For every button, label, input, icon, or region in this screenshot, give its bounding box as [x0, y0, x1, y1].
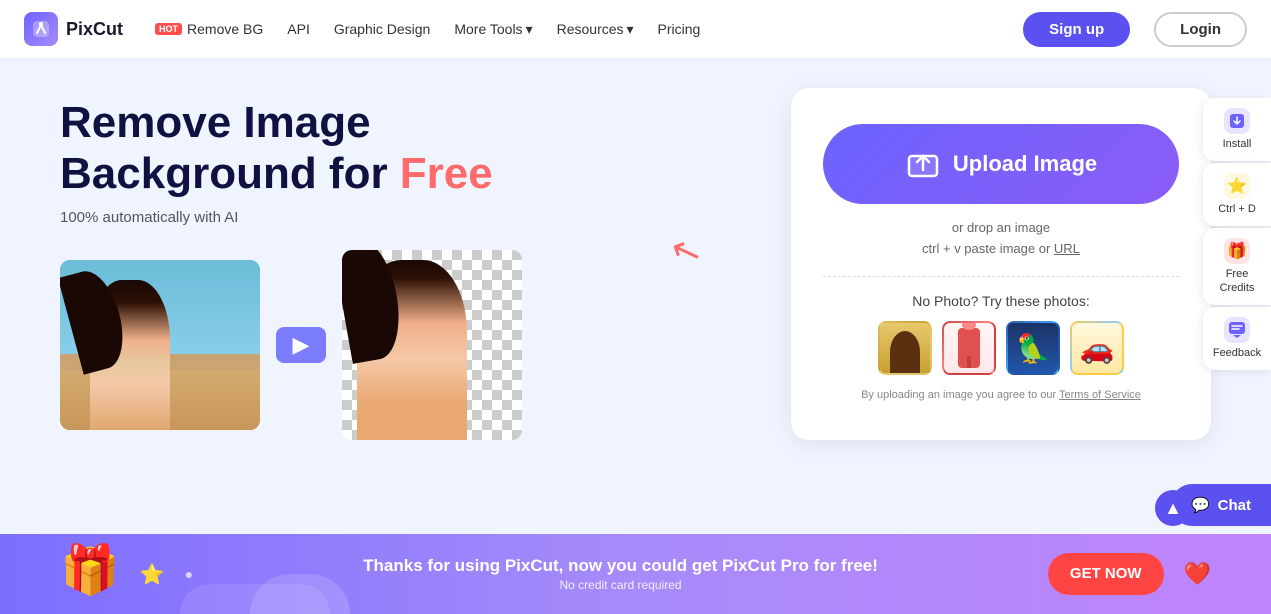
hero-free-text: Free	[400, 149, 493, 198]
demo-before-image	[60, 260, 260, 430]
install-label: Install	[1223, 138, 1252, 151]
signup-button[interactable]: Sign up	[1023, 12, 1130, 47]
get-now-button[interactable]: GET NOW	[1048, 553, 1164, 595]
nav-remove-bg[interactable]: HOT Remove BG	[155, 21, 263, 37]
upload-card: Upload Image or drop an image ctrl + v p…	[791, 88, 1211, 440]
terms-prefix: By uploading an image you agree to our	[861, 389, 1059, 401]
or-drop-text: or drop an image	[823, 220, 1179, 235]
nav-api-label: API	[287, 21, 310, 37]
hero-title-line2: Background for	[60, 149, 400, 198]
chevron-down-icon: ▾	[627, 21, 634, 38]
feedback-button[interactable]: Feedback	[1203, 307, 1271, 370]
dot-decoration: ●	[185, 566, 193, 582]
ctrl-v-label: ctrl + v paste image or	[922, 241, 1050, 256]
nav-graphic-design[interactable]: Graphic Design	[334, 21, 431, 37]
try-photos-label: No Photo? Try these photos:	[823, 293, 1179, 309]
terms-text: By uploading an image you agree to our T…	[823, 389, 1179, 401]
sample-photo-4[interactable]: 🚗	[1070, 321, 1124, 375]
arrow-right-area: ▶	[276, 327, 326, 363]
install-icon	[1224, 108, 1250, 134]
logo-icon	[24, 12, 58, 46]
gift-icon: 🎁	[1224, 238, 1250, 264]
divider	[823, 276, 1179, 277]
logo[interactable]: PixCut	[24, 12, 123, 46]
chat-icon: 💬	[1191, 496, 1210, 514]
navbar: PixCut HOT Remove BG API Graphic Design …	[0, 0, 1271, 58]
sample-photo-2[interactable]	[942, 321, 996, 375]
banner-main-text: Thanks for using PixCut, now you could g…	[213, 556, 1028, 576]
feedback-icon	[1224, 317, 1250, 343]
sample-photos-row: 🦜 🚗	[823, 321, 1179, 375]
arrow-right-icon: ▶	[276, 327, 326, 363]
demo-after-image	[342, 250, 522, 440]
free-credits-button[interactable]: 🎁 Free Credits	[1203, 228, 1271, 304]
terms-of-service-link[interactable]: Terms of Service	[1059, 389, 1141, 401]
bottom-banner: 🎁 ⭐ ● Thanks for using PixCut, now you c…	[0, 534, 1271, 614]
heart-decoration: ❤️	[1184, 561, 1211, 587]
chevron-down-icon: ▾	[526, 21, 533, 38]
star-decoration: ⭐	[140, 562, 165, 587]
chat-label: Chat	[1218, 497, 1251, 514]
free-credits-label: Free Credits	[1211, 268, 1263, 294]
nav-graphic-design-label: Graphic Design	[334, 21, 431, 37]
ctrl-d-label: Ctrl + D	[1218, 203, 1256, 216]
install-button[interactable]: Install	[1203, 98, 1271, 161]
hot-badge: HOT	[155, 23, 182, 35]
nav-remove-bg-label: Remove BG	[187, 21, 263, 37]
logo-text: PixCut	[66, 19, 123, 40]
url-link[interactable]: URL	[1054, 241, 1080, 256]
scroll-up-button[interactable]: ▲	[1155, 490, 1191, 526]
arrow-up-icon: ▲	[1164, 498, 1182, 519]
hero-subtitle: 100% automatically with AI	[60, 209, 751, 226]
hero-section: Remove Image Background for Free 100% au…	[60, 88, 751, 440]
nav-resources-label: Resources	[557, 21, 624, 37]
right-float-panel: Install ⭐ Ctrl + D 🎁 Free Credits Feedba…	[1203, 98, 1271, 370]
login-button[interactable]: Login	[1154, 12, 1247, 47]
nav-api[interactable]: API	[287, 21, 310, 37]
nav-pricing-label: Pricing	[658, 21, 701, 37]
feedback-label: Feedback	[1213, 347, 1261, 360]
demo-area: ↗ ▶	[60, 250, 751, 440]
ctrl-v-text: ctrl + v paste image or URL	[823, 241, 1179, 256]
hero-title: Remove Image Background for Free	[60, 98, 751, 199]
upload-button-label: Upload Image	[953, 151, 1097, 177]
sample-photo-3[interactable]: 🦜	[1006, 321, 1060, 375]
star-icon: ⭐	[1224, 173, 1250, 199]
nav-pricing[interactable]: Pricing	[658, 21, 701, 37]
upload-image-button[interactable]: Upload Image	[823, 124, 1179, 204]
get-now-label: GET NOW	[1070, 565, 1142, 582]
hero-title-line1: Remove Image	[60, 98, 371, 147]
gift-box-icon: 🎁	[60, 541, 120, 598]
bookmark-button[interactable]: ⭐ Ctrl + D	[1203, 163, 1271, 226]
nav-more-tools[interactable]: More Tools ▾	[454, 21, 532, 38]
upload-icon	[905, 146, 941, 182]
nav-more-tools-label: More Tools	[454, 21, 522, 37]
main-content: Remove Image Background for Free 100% au…	[0, 58, 1271, 440]
nav-resources[interactable]: Resources ▾	[557, 21, 634, 38]
sample-photo-1[interactable]	[878, 321, 932, 375]
curve-arrow-icon: ↗	[665, 226, 708, 276]
